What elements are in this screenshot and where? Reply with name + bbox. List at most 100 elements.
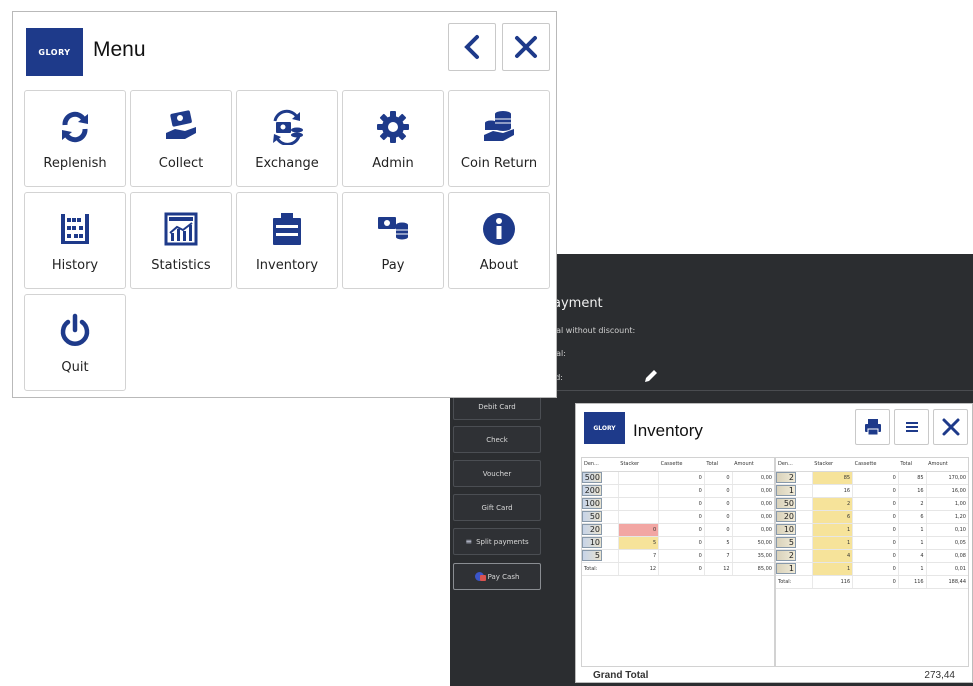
print-button[interactable]: [855, 409, 890, 445]
coin-table: Den... Stacker Cassette Total Amount 2 8…: [775, 457, 969, 667]
debit-card-label: Debit Card: [478, 402, 516, 411]
amount-cell: 35,00: [731, 549, 774, 563]
quit-label: Quit: [61, 360, 89, 375]
amount-total: 85,00: [731, 562, 774, 576]
stacker-cell-warn: 2: [811, 497, 853, 511]
close-button[interactable]: [933, 409, 968, 445]
exchange-tile[interactable]: Exchange: [236, 90, 338, 187]
statistics-label: Statistics: [151, 258, 211, 273]
banknote-table: Den... Stacker Cassette Total Amount 500…: [581, 457, 775, 667]
total-cell: 1: [897, 523, 927, 537]
col-amount: Amount: [732, 458, 774, 472]
statistics-tile[interactable]: Statistics: [130, 192, 232, 289]
collect-cash-icon: [166, 110, 196, 139]
voucher-button[interactable]: Voucher: [453, 460, 541, 487]
pay-cash-label: Pay Cash: [487, 572, 520, 581]
glory-logo: GLORY: [26, 28, 83, 76]
inventory-label: Inventory: [255, 258, 319, 273]
col-denomination: Den...: [776, 458, 813, 472]
table-row: 100 0 0 0,00: [582, 497, 774, 511]
denomination-cell: 200: [582, 484, 619, 498]
coin-return-label: Coin Return: [460, 156, 538, 171]
abacus-icon: [61, 214, 89, 244]
cassette-cell: 0: [852, 484, 899, 498]
gift-card-button[interactable]: Gift Card: [453, 494, 541, 521]
admin-label: Admin: [372, 156, 414, 171]
table-total-row: Total: 116 0 116 188,44: [776, 575, 968, 589]
denomination-cell: 100: [582, 497, 619, 511]
table-row: 500 0 0 0,00: [582, 471, 774, 485]
stacker-cell: [617, 484, 659, 498]
table-row: 1 16 0 16 16,00: [776, 484, 968, 498]
stacker-cell: [617, 510, 659, 524]
table-row: 1 1 0 1 0,01: [776, 562, 968, 576]
coin-icon: 2: [776, 472, 796, 483]
col-cassette: Cassette: [852, 458, 899, 472]
exchange-label: Exchange: [255, 156, 319, 171]
total-cell: 0: [703, 523, 733, 537]
stacker-cell: 16: [811, 484, 853, 498]
admin-tile[interactable]: Admin: [342, 90, 444, 187]
amount-cell: 0,00: [731, 471, 774, 485]
col-amount: Amount: [926, 458, 968, 472]
coin-icon: 20: [776, 511, 796, 522]
cassette-cell: 0: [852, 523, 899, 537]
pay-label: Pay: [381, 258, 405, 273]
check-button[interactable]: Check: [453, 426, 541, 453]
col-stacker: Stacker: [618, 458, 659, 472]
banknote-icon: 500: [582, 472, 602, 483]
glory-logo: GLORY: [584, 412, 625, 444]
pay-tile[interactable]: Pay: [342, 192, 444, 289]
amount-cell: 0,00: [731, 523, 774, 537]
coin-icon: 5: [776, 537, 796, 548]
close-button[interactable]: [502, 23, 550, 71]
pencil-icon[interactable]: [643, 368, 659, 384]
stacker-cell: [617, 471, 659, 485]
stacker-cell-warn: 5: [617, 536, 659, 550]
history-tile[interactable]: History: [24, 192, 126, 289]
table-total-row: Total: 12 0 12 85,00: [582, 562, 774, 576]
close-icon: [515, 36, 537, 58]
amount-cell: 1,00: [925, 497, 968, 511]
cash-drawer-icon: [273, 213, 301, 245]
table-row: 10 1 0 1 0,10: [776, 523, 968, 537]
quit-tile[interactable]: Quit: [24, 294, 126, 391]
denomination-cell: 1: [776, 484, 813, 498]
denomination-cell: 2: [776, 471, 813, 485]
table-row: 20 6 0 6 1,20: [776, 510, 968, 524]
total-cell: 2: [897, 497, 927, 511]
total-cell: 0: [703, 484, 733, 498]
coin-return-tile[interactable]: Coin Return: [448, 90, 550, 187]
col-stacker: Stacker: [812, 458, 853, 472]
stacker-cell-warn: 85: [811, 471, 853, 485]
amount-cell: 170,00: [925, 471, 968, 485]
grand-total-label: Grand Total: [593, 670, 649, 681]
total-cell: 85: [897, 471, 927, 485]
banknote-icon: 10: [582, 537, 602, 548]
replenish-label: Replenish: [43, 156, 107, 171]
denomination-cell: 10: [776, 523, 813, 537]
total-cell: 7: [703, 549, 733, 563]
coin-icon: 1: [776, 485, 796, 496]
stacker-cell: 7: [617, 549, 659, 563]
inventory-tile[interactable]: Inventory: [236, 192, 338, 289]
about-tile[interactable]: About: [448, 192, 550, 289]
pay-cash-button[interactable]: Pay Cash: [453, 563, 541, 590]
table-row: 5 7 0 7 35,00: [582, 549, 774, 563]
coin-icon: 1: [776, 563, 796, 574]
check-label: Check: [486, 435, 508, 444]
back-button[interactable]: [448, 23, 496, 71]
denomination-cell: 2: [776, 549, 813, 563]
banknote-icon: 50: [582, 511, 602, 522]
menu-button[interactable]: [894, 409, 929, 445]
split-payments-button[interactable]: ≡ Split payments: [453, 528, 541, 555]
cassette-cell: 0: [852, 536, 899, 550]
close-icon: [942, 418, 959, 436]
collect-tile[interactable]: Collect: [130, 90, 232, 187]
replenish-tile[interactable]: Replenish: [24, 90, 126, 187]
total-cell: 0: [703, 471, 733, 485]
stacker-cell-warn: 1: [811, 523, 853, 537]
chart-icon: [164, 212, 198, 246]
total-row-label: Total:: [582, 562, 619, 576]
grand-total-value: 273,44: [924, 670, 955, 681]
